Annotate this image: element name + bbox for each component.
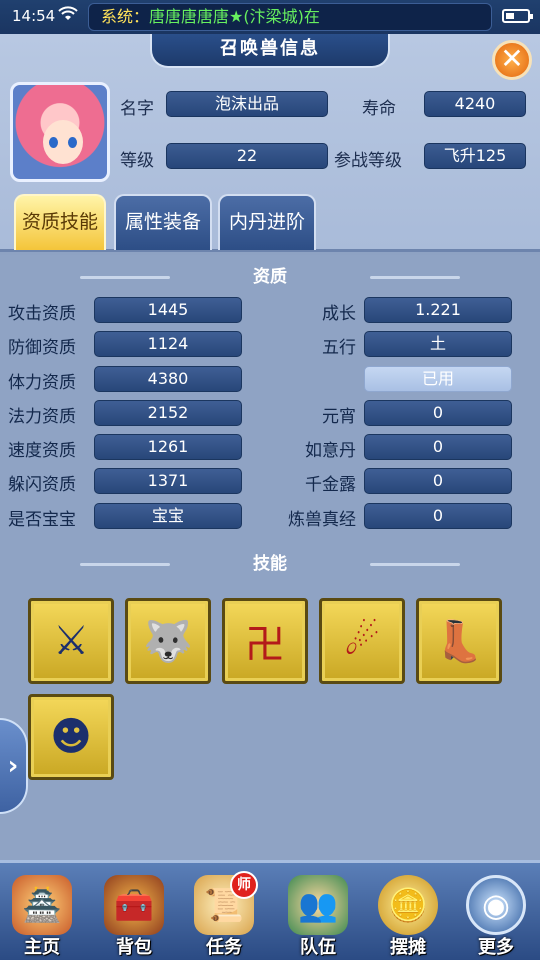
wifi-icon [58,6,78,26]
battery-icon [502,9,533,23]
ruyi-pill-value: 0 [364,434,512,460]
beast-scripture-label: 炼兽真经 [288,510,356,530]
growth-label: 成长 [322,304,356,324]
attack-aptitude-value: 1445 [94,297,242,323]
chevron-right-icon: › [7,751,19,781]
is-baby-label: 是否宝宝 [8,510,76,530]
dodge-aptitude-label: 躲闪资质 [8,475,76,495]
tab-aptitude-skills[interactable]: 资质技能 [14,194,106,250]
stamina-aptitude-label: 体力资质 [8,373,76,393]
marquee-label: 系统： [101,7,150,26]
golden-dew-value: 0 [364,468,512,494]
page-title: 召唤兽信息 [150,34,390,68]
level-label: 等级 [120,151,154,171]
skill-slot-3[interactable]: 卍 [222,598,308,684]
battle-level-field: 飞升125 [424,143,526,169]
crossed-swords-icon: ⚔ [53,618,89,664]
nav-bag-label: 背包 [116,937,152,958]
wolf-mountain-icon: 🐺 [143,618,193,665]
skill-slot-5[interactable]: 👢 [416,598,502,684]
nav-stall-label: 摆摊 [390,937,426,958]
skill-slot-1[interactable]: ⚔ [28,598,114,684]
pet-header-area: 召唤兽信息 ✕ 名字 泡沫出品 寿命 4240 等级 22 参战等级 飞升125… [0,34,540,252]
more-orb-icon: ◉ [466,875,526,935]
element-value: 土 [364,331,512,357]
speed-aptitude-label: 速度资质 [8,441,76,461]
nav-team[interactable]: 👥 队伍 [278,871,358,959]
coin-icon: 🪙 [378,875,438,935]
defense-aptitude-label: 防御资质 [8,338,76,358]
system-marquee: 系统：唐唐唐唐唐★(汴梁城)在 [88,3,492,31]
nav-home-label: 主页 [24,937,60,958]
element-label: 五行 [322,338,356,358]
pet-life-field: 4240 [424,91,526,117]
skill-slot-6[interactable]: ☻ [28,694,114,780]
tab-inner-core[interactable]: 内丹进阶 [218,194,316,250]
nav-more[interactable]: ◉ 更多 [456,871,536,959]
is-baby-value: 宝宝 [94,503,242,529]
attack-aptitude-label: 攻击资质 [8,304,76,324]
home-pavilion-icon: 🏯 [12,875,72,935]
marquee-message: 唐唐唐唐唐★(汴梁城)在 [149,7,320,26]
magic-aptitude-label: 法力资质 [8,407,76,427]
battle-level-label: 参战等级 [334,151,402,171]
fireballs-icon: ☄ [344,618,380,664]
clock: 14:54 [12,7,56,25]
pet-name-field: 泡沫出品 [166,91,328,117]
side-expand-button[interactable]: › [0,718,28,814]
close-icon: ✕ [500,42,524,75]
pet-avatar[interactable] [10,82,110,182]
close-button[interactable]: ✕ [492,40,532,80]
name-label: 名字 [120,99,154,119]
defense-aptitude-value: 1124 [94,331,242,357]
nav-more-label: 更多 [478,937,514,958]
tab-attributes-equipment[interactable]: 属性装备 [114,194,212,250]
lantern-value: 0 [364,400,512,426]
magic-aptitude-value: 2152 [94,400,242,426]
golden-dew-label: 千金露 [305,475,356,495]
dodge-aptitude-value: 1371 [94,468,242,494]
stamina-aptitude-value: 4380 [94,366,242,392]
treasure-chest-icon: 🧰 [104,875,164,935]
nav-home[interactable]: 🏯 主页 [2,871,82,959]
status-bar: 14:54 系统：唐唐唐唐唐★(汴梁城)在 [0,0,540,34]
nav-team-label: 队伍 [300,937,336,958]
lantern-label: 元宵 [322,407,356,427]
used-status-badge: 已用 [364,366,512,392]
skill-slot-2[interactable]: 🐺 [125,598,211,684]
rune-icon: 卍 [245,622,285,668]
master-badge: 师 [230,871,258,899]
beast-scripture-value: 0 [364,503,512,529]
speed-aptitude-value: 1261 [94,434,242,460]
team-icon: 👥 [288,875,348,935]
ruyi-pill-label: 如意丹 [305,441,356,461]
nav-bag[interactable]: 🧰 背包 [94,871,174,959]
nav-stall[interactable]: 🪙 摆摊 [368,871,448,959]
growth-value: 1.221 [364,297,512,323]
mind-head-icon: ☻ [50,714,92,760]
nav-tasks[interactable]: 📜 师 任务 [184,871,264,959]
tab-content: 资质 攻击资质 1445 防御资质 1124 体力资质 4380 法力资质 21… [0,255,540,860]
swift-boot-icon: 👢 [434,618,484,665]
skills-section-title: 技能 [80,552,460,576]
aptitude-section-title: 资质 [80,265,460,289]
life-label: 寿命 [362,99,396,119]
pet-info-panel: 召唤兽信息 ✕ 名字 泡沫出品 寿命 4240 等级 22 参战等级 飞升125… [0,34,540,860]
skill-slot-4[interactable]: ☄ [319,598,405,684]
bottom-nav: 🏯 主页 🧰 背包 📜 师 任务 👥 队伍 🪙 摆摊 ◉ 更多 [0,860,540,960]
pet-level-field: 22 [166,143,328,169]
nav-tasks-label: 任务 [206,937,242,958]
